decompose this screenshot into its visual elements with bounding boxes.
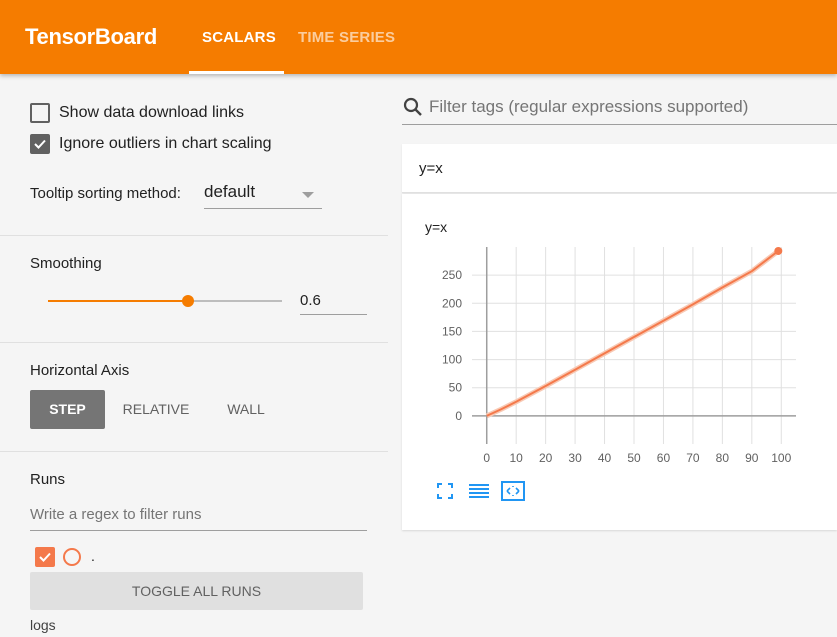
run-color-circle-icon[interactable] [63, 548, 81, 566]
smoothing-value-input[interactable]: 0.6 [300, 292, 367, 315]
series-smoothed-line [486, 250, 779, 417]
tab-scalars[interactable]: SCALARS [202, 29, 276, 46]
fullscreen-button[interactable] [432, 479, 458, 503]
y-tick-label: 250 [442, 268, 462, 282]
series-last-point [774, 246, 783, 255]
divider [0, 342, 388, 343]
axis-relative-button[interactable]: RELATIVE [112, 390, 200, 429]
x-tick-label: 10 [510, 451, 524, 465]
smoothing-title: Smoothing [30, 255, 102, 272]
ignore-outliers-label: Ignore outliers in chart scaling [59, 135, 272, 152]
scalar-chart-card: y=x 0 10 20 30 40 50 60 70 80 90 100 0 50 100 150 200 25… [402, 194, 837, 530]
toggle-all-runs-button[interactable]: TOGGLE ALL RUNS [30, 572, 363, 610]
smoothing-slider[interactable] [48, 295, 282, 307]
y-tick-label: 200 [442, 296, 462, 310]
ignore-outliers-checkbox[interactable] [30, 134, 50, 154]
show-download-links-option[interactable]: Show data download links [30, 103, 244, 123]
x-tick-label: 40 [598, 451, 612, 465]
tooltip-sorting-value: default [204, 182, 256, 201]
smoothing-slider-fill [48, 300, 189, 302]
x-tick-label: 100 [771, 451, 791, 465]
runs-title: Runs [30, 471, 66, 488]
axis-wall-button[interactable]: WALL [210, 390, 282, 429]
tag-group-header[interactable]: y=x [402, 144, 837, 193]
x-tick-label: 90 [745, 451, 759, 465]
show-download-links-label: Show data download links [59, 104, 245, 121]
top-app-bar: TensorBoard SCALARS TIME SERIES [0, 0, 837, 74]
toggle-log-scale-button[interactable] [466, 479, 492, 503]
sidebar: Show data download links Ignore outliers… [0, 74, 388, 637]
tooltip-sorting-select[interactable]: default [204, 182, 322, 209]
show-download-links-checkbox[interactable] [30, 103, 50, 123]
y-tick-label: 0 [455, 409, 462, 423]
check-icon [34, 139, 46, 149]
smoothing-slider-thumb[interactable] [182, 295, 195, 307]
fullscreen-icon [437, 483, 453, 499]
x-tick-label: 80 [716, 451, 730, 465]
x-tick-label: 0 [483, 451, 490, 465]
y-tick-label: 150 [442, 324, 462, 338]
fit-domain-button[interactable] [500, 479, 526, 503]
tooltip-sorting-label: Tooltip sorting method: [30, 185, 181, 202]
divider [0, 451, 388, 452]
x-tick-label: 30 [568, 451, 582, 465]
x-tick-label: 60 [657, 451, 671, 465]
horizontal-axis-title: Horizontal Axis [30, 362, 130, 379]
runs-filter-placeholder: Write a regex to filter runs [30, 506, 202, 523]
fit-domain-icon [501, 481, 525, 501]
app-brand: TensorBoard [25, 24, 157, 49]
y-tick-label: 100 [442, 353, 462, 367]
y-tick-label: 50 [449, 381, 463, 395]
divider [0, 235, 388, 236]
tab-time-series[interactable]: TIME SERIES [298, 29, 395, 46]
chart-toolbar [432, 479, 526, 503]
run-name: . [91, 548, 95, 564]
run-checkbox[interactable] [35, 547, 55, 567]
tag-filter-placeholder: Filter tags (regular expressions support… [429, 97, 749, 116]
x-tick-label: 50 [627, 451, 641, 465]
line-chart[interactable]: 0 10 20 30 40 50 60 70 80 90 100 0 50 100 150 200 250 [402, 194, 837, 474]
check-icon [39, 552, 51, 562]
x-tick-label: 20 [539, 451, 553, 465]
tag-group-name: y=x [419, 160, 443, 177]
series-raw-line [485, 248, 780, 419]
axis-step-button[interactable]: STEP [30, 390, 105, 429]
ignore-outliers-option[interactable]: Ignore outliers in chart scaling [30, 134, 272, 154]
search-icon [403, 97, 422, 116]
smoothing-value: 0.6 [300, 292, 321, 309]
active-tab-indicator [189, 71, 284, 74]
logdir-label: logs [30, 617, 56, 633]
tag-filter-input[interactable]: Filter tags (regular expressions support… [402, 92, 837, 125]
lines-icon [469, 484, 489, 498]
dropdown-arrow-icon [302, 192, 314, 198]
runs-filter-input[interactable]: Write a regex to filter runs [30, 506, 367, 531]
x-tick-label: 70 [686, 451, 700, 465]
